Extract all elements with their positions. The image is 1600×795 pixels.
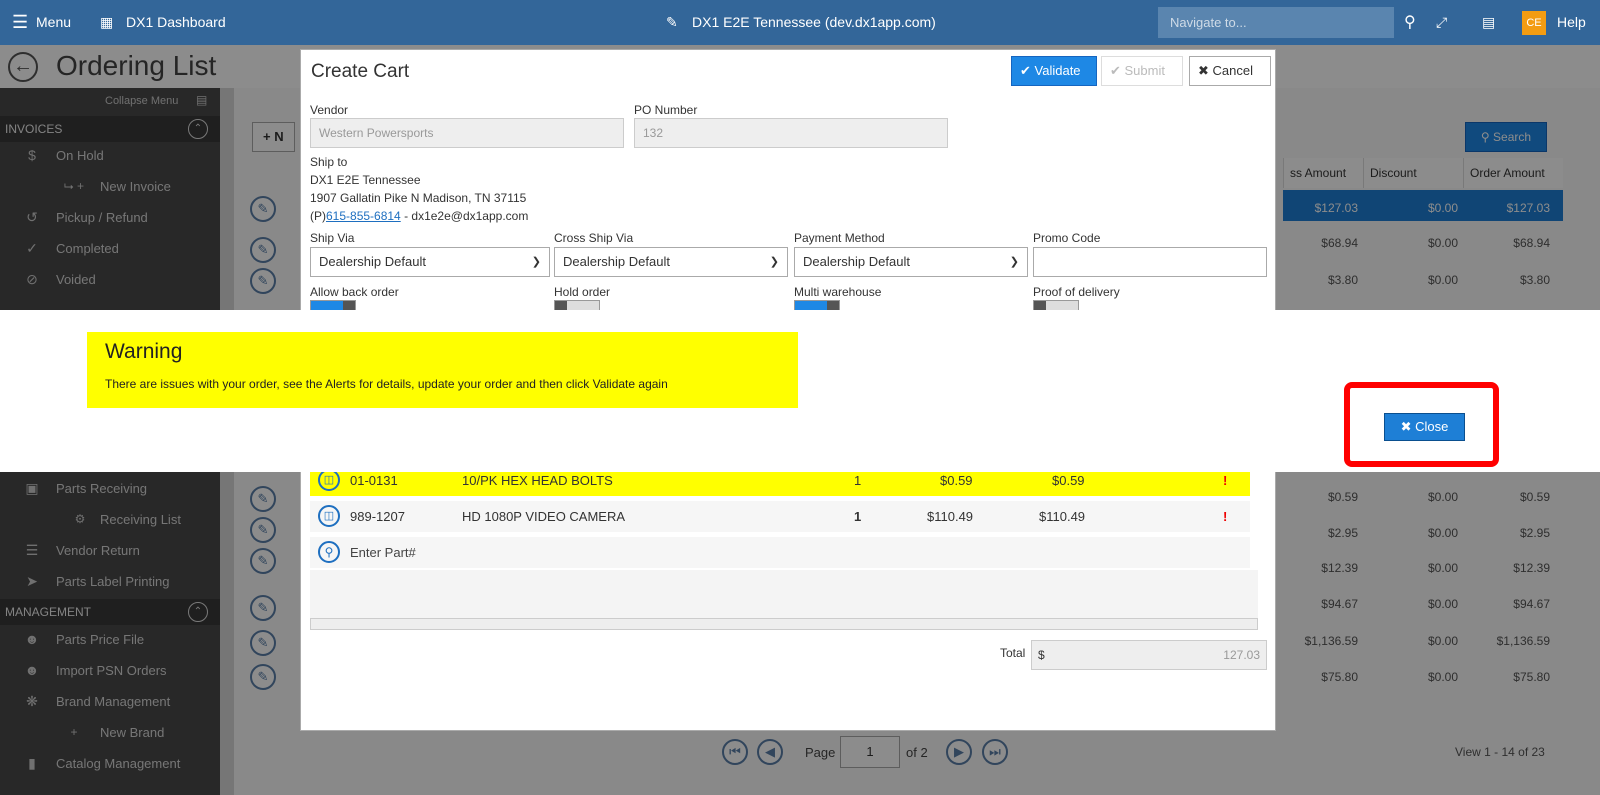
validate-label: Validate	[1034, 63, 1081, 78]
trash-icon[interactable]: ◫	[318, 505, 340, 527]
chat-icon[interactable]: ▤	[1482, 0, 1495, 45]
check-icon: ✔	[1110, 63, 1125, 78]
ship-via-label: Ship Via	[310, 231, 355, 245]
po-number-field[interactable]: 132	[634, 118, 948, 148]
part-number: 989-1207	[350, 509, 405, 524]
help-link[interactable]: Help	[1557, 0, 1586, 45]
po-number-label: PO Number	[634, 103, 698, 117]
warning-title: Warning	[105, 340, 183, 363]
modal-title: Create Cart	[311, 61, 410, 82]
close-icon: ✖	[1400, 419, 1416, 434]
chevron-down-icon: ❯	[1009, 256, 1019, 268]
warning-box	[87, 332, 798, 408]
part-extended: $110.49	[1039, 509, 1086, 524]
search-icon[interactable]: ⚲	[1404, 0, 1416, 45]
total-currency: $	[1038, 648, 1045, 662]
navigate-input[interactable]	[1158, 7, 1394, 38]
ship-to-label: Ship to	[310, 155, 348, 169]
close-button[interactable]: ✖ Close	[1384, 413, 1465, 441]
multi-warehouse-label: Multi warehouse	[794, 285, 882, 299]
alert-icon[interactable]: !	[1223, 501, 1227, 532]
validate-button[interactable]: ✔ Validate	[1011, 56, 1097, 86]
enter-part-input[interactable]: Enter Part#	[350, 537, 416, 568]
cross-ship-via-select[interactable]: Dealership Default ❯	[554, 247, 788, 277]
proof-of-delivery-label: Proof of delivery	[1033, 285, 1120, 299]
site-title: DX1 E2E Tennessee (dev.dx1app.com)	[692, 14, 936, 30]
trash-icon[interactable]: ◫	[318, 469, 340, 491]
enter-part-row[interactable]: ⚲ Enter Part#	[310, 537, 1250, 568]
ship-via-value: Dealership Default	[319, 254, 426, 269]
part-row[interactable]: ◫ 989-1207 HD 1080P VIDEO CAMERA 1 $110.…	[310, 501, 1250, 532]
payment-method-value: Dealership Default	[803, 254, 910, 269]
email-text: - dx1e2e@dx1app.com	[400, 209, 529, 223]
user-avatar[interactable]: CE	[1522, 11, 1546, 35]
chevron-down-icon: ❯	[531, 256, 541, 268]
total-value: 127.03	[1223, 648, 1260, 662]
ship-to-name: DX1 E2E Tennessee	[310, 173, 421, 187]
ship-via-select[interactable]: Dealership Default ❯	[310, 247, 550, 277]
submit-label: Submit	[1124, 63, 1165, 78]
promo-code-label: Promo Code	[1033, 231, 1101, 245]
cross-ship-via-label: Cross Ship Via	[554, 231, 634, 245]
phone-link[interactable]: 615-855-6814	[326, 209, 401, 223]
part-price: $110.49	[927, 509, 974, 524]
warning-message: There are issues with your order, see th…	[105, 377, 668, 391]
allow-back-order-label: Allow back order	[310, 285, 399, 299]
check-icon: ✔	[1020, 63, 1035, 78]
dashboard-link[interactable]: DX1 Dashboard	[126, 0, 226, 45]
hold-order-label: Hold order	[554, 285, 611, 299]
dashboard-icon[interactable]: ▦	[100, 0, 113, 45]
total-field: $127.03	[1031, 640, 1267, 670]
part-description: HD 1080P VIDEO CAMERA	[462, 509, 626, 524]
total-label: Total	[1000, 646, 1026, 660]
parts-table-empty-area	[310, 570, 1258, 620]
parts-table-hscrollbar[interactable]	[310, 618, 1258, 630]
phone-prefix: (P)	[310, 209, 326, 223]
close-label: Close	[1415, 419, 1449, 434]
vendor-label: Vendor	[310, 103, 349, 117]
promo-code-input[interactable]	[1033, 247, 1267, 277]
part-qty[interactable]: 1	[854, 501, 861, 532]
top-bar: ☰ Menu ▦ DX1 Dashboard ✎ DX1 E2E Tenness…	[0, 0, 1600, 45]
ship-to-contact: (P)615-855-6814 - dx1e2e@dx1app.com	[310, 209, 528, 223]
payment-method-select[interactable]: Dealership Default ❯	[794, 247, 1028, 277]
submit-button[interactable]: ✔ Submit	[1101, 56, 1183, 86]
vendor-field[interactable]: Western Powersports	[310, 118, 624, 148]
expand-icon[interactable]: ⤢	[1436, 0, 1447, 45]
pencil-icon: ✎	[666, 14, 678, 30]
menu-label[interactable]: Menu	[36, 0, 71, 45]
chevron-down-icon: ❯	[769, 256, 779, 268]
search-icon[interactable]: ⚲	[318, 541, 340, 563]
ship-to-address: 1907 Gallatin Pike N Madison, TN 37115	[310, 191, 527, 205]
cancel-label: Cancel	[1212, 63, 1253, 78]
close-icon: ✖	[1198, 63, 1213, 78]
payment-method-label: Payment Method	[794, 231, 885, 245]
cross-ship-via-value: Dealership Default	[563, 254, 670, 269]
cancel-button[interactable]: ✖ Cancel	[1189, 56, 1271, 86]
hamburger-icon[interactable]: ☰	[12, 0, 28, 45]
